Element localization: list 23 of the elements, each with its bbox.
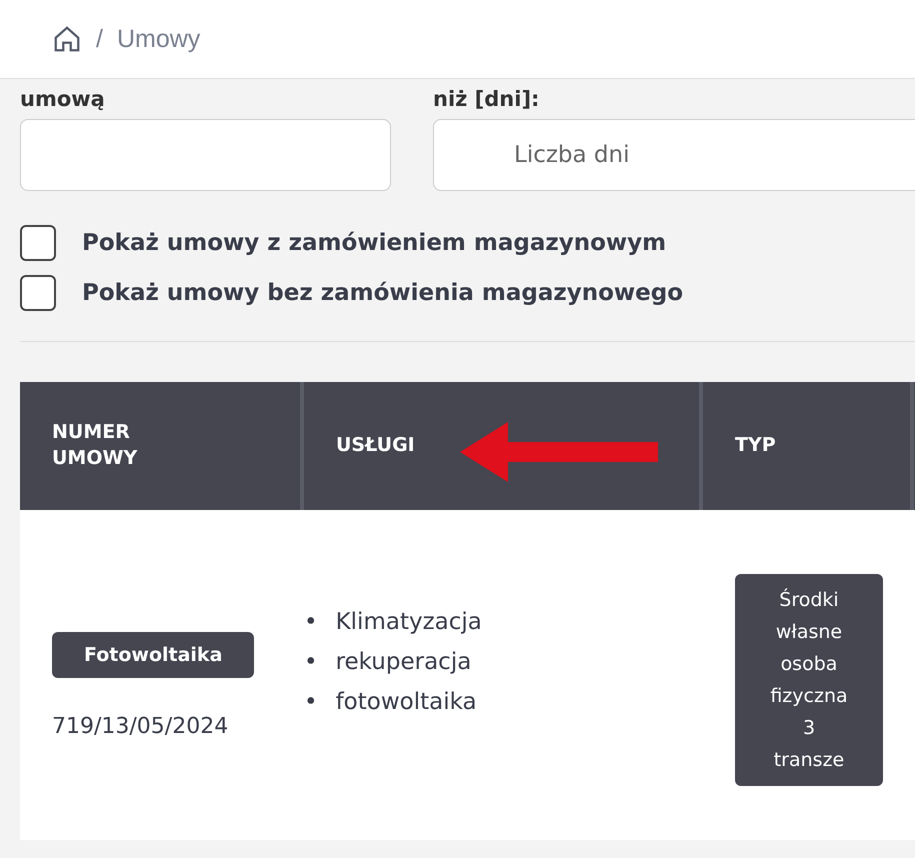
input-field[interactable]	[20, 119, 391, 191]
breadcrumb-separator: /	[96, 24, 103, 54]
bullet: •	[304, 688, 318, 717]
service-item: Klimatyzacja	[336, 608, 482, 637]
checkbox-label: Pokaż umowy z zamówieniem magazynowym	[82, 230, 666, 256]
category-tag: Fotowoltaika	[52, 632, 254, 678]
service-item: fotowoltaika	[336, 688, 477, 717]
breadcrumb-current: Umowy	[116, 24, 200, 54]
checkbox[interactable]	[20, 225, 56, 261]
contract-number: 719/13/05/2024	[52, 714, 228, 738]
bullet: •	[304, 648, 318, 677]
bullet: •	[304, 608, 318, 637]
column-header: NUMER UMOWY	[20, 382, 300, 510]
checkbox-label: Pokaż umowy bez zamówienia magazynowego	[82, 280, 684, 306]
input-field[interactable]: Liczba dni	[433, 119, 915, 191]
field-label: niż [dni]:	[433, 86, 540, 113]
field-label: umową	[20, 86, 106, 113]
column-header: TYP	[703, 382, 910, 510]
service-item: rekuperacja	[336, 648, 472, 677]
column-header: USŁUGI	[304, 382, 699, 510]
home-icon[interactable]	[52, 24, 82, 54]
type-tag: Środki własne osoba fizyczna 3 transze	[735, 574, 883, 786]
checkbox[interactable]	[20, 275, 56, 311]
